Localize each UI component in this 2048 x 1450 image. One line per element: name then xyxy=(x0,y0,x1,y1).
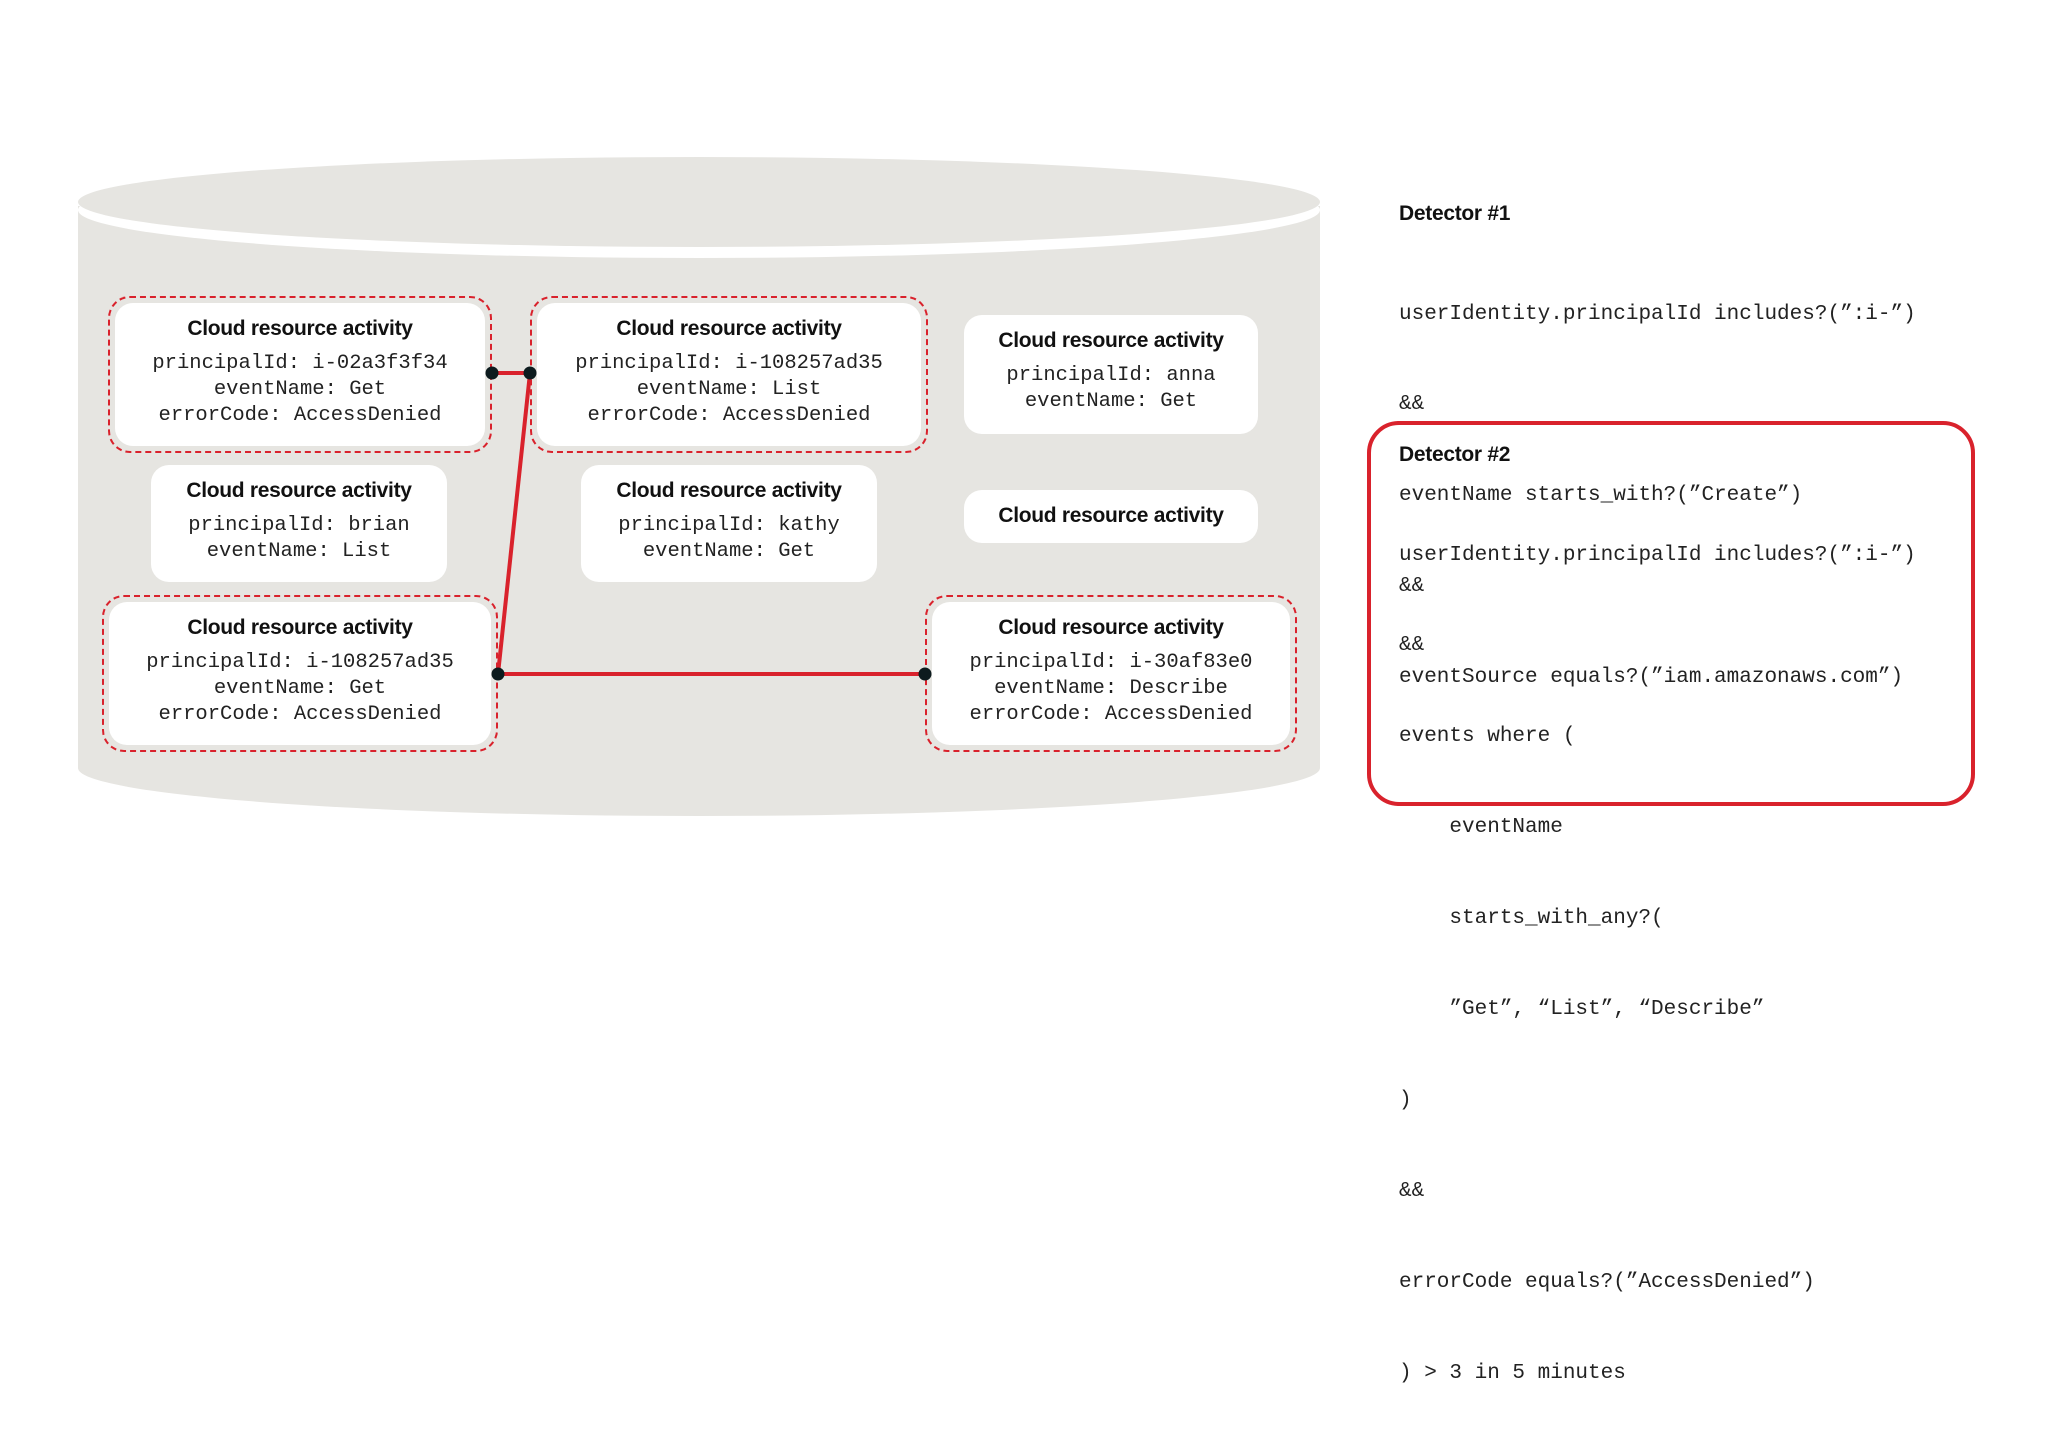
link-node xyxy=(491,667,505,681)
code-line: events where ( xyxy=(1399,725,1576,749)
code-line: ) xyxy=(1399,1088,1412,1112)
detector-2-panel: Detector #2 userIdentity.principalId inc… xyxy=(1399,443,1916,1450)
code-line: && xyxy=(1399,1179,1425,1203)
code-line: ) > 3 in 5 minutes xyxy=(1399,1361,1626,1385)
code-line: && xyxy=(1399,393,1425,417)
detector-1-title: Detector #1 xyxy=(1399,202,1511,225)
link-node xyxy=(485,366,499,380)
code-line: errorCode equals?(”AccessDenied”) xyxy=(1399,1270,1815,1294)
code-line: && xyxy=(1399,634,1425,658)
code-line: ”Get”, “List”, “Describe” xyxy=(1399,998,1765,1022)
code-line: starts_with_any?( xyxy=(1399,907,1664,931)
detector-2-code: userIdentity.principalId includes?(”:i-”… xyxy=(1399,480,1916,1450)
link-c2-c7 xyxy=(496,372,532,675)
code-line: eventName xyxy=(1399,816,1563,840)
link-node xyxy=(523,366,537,380)
code-line: userIdentity.principalId includes?(”:i-”… xyxy=(1399,302,1916,326)
detector-2-title: Detector #2 xyxy=(1399,443,1511,466)
link-node xyxy=(918,667,932,681)
code-line: userIdentity.principalId includes?(”:i-”… xyxy=(1399,543,1916,567)
